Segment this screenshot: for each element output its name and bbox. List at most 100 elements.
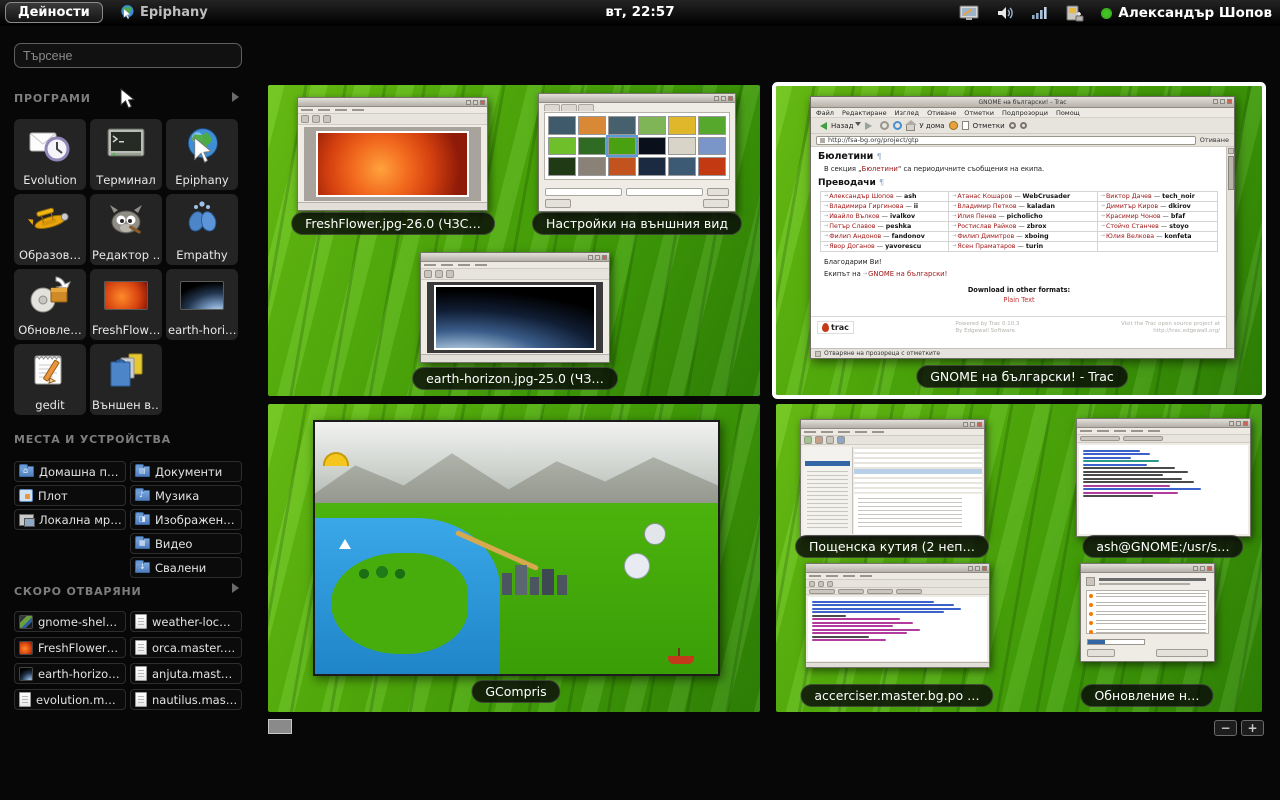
team-link[interactable]: GNOME на български! (868, 270, 947, 278)
recent-item[interactable]: nautilus.mas… (130, 689, 242, 710)
scrollbar[interactable] (1226, 147, 1234, 348)
workspace-indicator[interactable] (268, 719, 292, 734)
window-preview-update-manager[interactable] (1080, 563, 1215, 662)
app-education[interactable]: Образов… (14, 194, 86, 265)
install-button[interactable] (1156, 649, 1208, 657)
display-icon[interactable] (959, 5, 979, 22)
app-freshflower-image[interactable]: FreshFlow… (90, 269, 162, 340)
workspace-2[interactable]: GNOME на български! - Trac Файл Редактир… (776, 86, 1262, 395)
menu-item[interactable]: Помощ (1056, 109, 1080, 117)
activities-button[interactable]: Дейности (5, 2, 103, 23)
user-menu[interactable]: Александър Шопов (1101, 5, 1272, 21)
translator-name[interactable]: Явор Доганов (829, 243, 875, 250)
menu-item[interactable]: Подпрозорци (1002, 109, 1048, 117)
place-music[interactable]: Музика (130, 485, 242, 506)
window-preview-browser[interactable]: GNOME на български! - Trac Файл Редактир… (810, 96, 1235, 359)
window-preview-terminal[interactable] (1076, 418, 1251, 537)
translator-name[interactable]: Юлия Велкова (1106, 233, 1154, 240)
translator-name[interactable]: Ростислав Райков (957, 223, 1016, 230)
back-icon[interactable] (816, 122, 827, 130)
window-preview-gcompris[interactable] (313, 420, 720, 676)
translator-name[interactable]: Атанас Кошаров (957, 193, 1012, 200)
zoom-in-icon[interactable] (1020, 122, 1027, 129)
translator-name[interactable]: Филип Димитров (957, 233, 1014, 240)
app-image-editor[interactable]: Редактор … (90, 194, 162, 265)
bulletins-link[interactable]: Бюлетини (862, 165, 898, 173)
close-button[interactable] (1087, 649, 1115, 657)
place-documents[interactable]: Документи (130, 461, 242, 482)
app-appearance[interactable]: Външен в… (90, 344, 162, 415)
translator-name[interactable]: Владимира Гиргинова (829, 203, 903, 210)
recent-item[interactable]: weather-loc… (130, 611, 242, 632)
place-local-network[interactable]: Локална мр… (14, 509, 126, 530)
app-terminal[interactable]: Терминал (90, 119, 162, 190)
window-preview-gedit[interactable] (805, 563, 990, 668)
menu-item[interactable]: Файл (816, 109, 834, 117)
app-empathy[interactable]: Empathy (166, 194, 238, 265)
place-home[interactable]: Домашна п… (14, 461, 126, 482)
translator-name[interactable]: Филип Андонов (829, 233, 881, 240)
programs-expand-arrow-icon[interactable] (232, 92, 244, 102)
power-icon[interactable] (1064, 5, 1084, 22)
workspace-3[interactable]: GCompris (268, 404, 760, 712)
home-icon[interactable] (906, 124, 915, 131)
visit-url[interactable]: http://trac.edgewall.org/ (1153, 328, 1220, 334)
url-field[interactable]: http://fsa-bg.org/project/gtp (816, 136, 1196, 145)
recent-item[interactable]: orca.master.… (130, 637, 242, 658)
place-desktop[interactable]: Плот (14, 485, 126, 506)
translator-name[interactable]: Ясен Праматаров (957, 243, 1015, 250)
translator-name[interactable]: Стойчо Станчев (1106, 223, 1159, 230)
back-dropdown-icon[interactable] (855, 122, 861, 129)
app-epiphany[interactable]: Epiphany (166, 119, 238, 190)
clock[interactable]: вт, 22:57 (605, 4, 674, 20)
app-gedit[interactable]: gedit (14, 344, 86, 415)
app-earth-image[interactable]: earth-hori… (166, 269, 238, 340)
add-workspace-button[interactable]: + (1241, 720, 1264, 736)
scroll-up-icon[interactable] (1228, 148, 1234, 154)
app-evolution[interactable]: Evolution (14, 119, 86, 190)
translator-name[interactable]: Петър Славов (829, 223, 875, 230)
recent-item[interactable]: evolution.m… (14, 689, 126, 710)
bookmarks-icon[interactable] (962, 121, 969, 130)
scroll-thumb[interactable] (1228, 156, 1234, 190)
go-button[interactable]: Отиване (1200, 136, 1229, 144)
translator-name[interactable]: Димитър Киров (1106, 203, 1158, 210)
window-preview-earth-horizon[interactable] (420, 252, 610, 363)
place-videos[interactable]: Видео (130, 533, 242, 554)
forward-icon[interactable] (865, 122, 876, 130)
workspace-1[interactable]: FreshFlower.jpg-26.0 (ЧЗС… Настройки на … (268, 85, 760, 396)
zoom-out-icon[interactable] (1009, 122, 1016, 129)
home-label[interactable]: У дома (919, 122, 944, 130)
recent-item[interactable]: gnome-shel… (14, 611, 126, 632)
window-preview-freshflower[interactable] (297, 97, 488, 211)
recent-item[interactable]: anjuta.mast… (130, 663, 242, 684)
history-icon[interactable] (949, 121, 958, 130)
stop-icon[interactable] (880, 121, 889, 130)
remove-workspace-button[interactable]: − (1214, 720, 1237, 736)
recent-item[interactable]: FreshFlower… (14, 637, 126, 658)
translator-name[interactable]: Владимир Петков (957, 203, 1016, 210)
app-software-update[interactable]: Обновле… (14, 269, 86, 340)
workspace-4[interactable]: Пощенска кутия (2 неп… ash@GNOME:/usr/s… (776, 404, 1262, 712)
window-preview-evolution[interactable] (800, 419, 985, 537)
search-input[interactable] (14, 43, 242, 68)
menu-item[interactable]: Редактиране (842, 109, 887, 117)
translator-name[interactable]: Виктор Дачев (1106, 193, 1152, 200)
network-signal-icon[interactable] (1031, 6, 1047, 20)
recent-expand-arrow-icon[interactable] (232, 583, 244, 593)
menu-item[interactable]: Отиване (927, 109, 956, 117)
volume-icon[interactable] (996, 5, 1014, 21)
menu-item[interactable]: Отметки (964, 109, 994, 117)
plain-text-link[interactable]: Plain Text (818, 296, 1220, 304)
translator-name[interactable]: Александър Шопов (829, 193, 894, 200)
window-preview-appearance[interactable] (538, 93, 736, 212)
place-pictures[interactable]: Изображен… (130, 509, 242, 530)
translator-name[interactable]: Красимир Чонов (1106, 213, 1161, 220)
menu-item[interactable]: Изглед (895, 109, 919, 117)
reload-icon[interactable] (893, 121, 902, 130)
translator-name[interactable]: Илия Пенев (957, 213, 996, 220)
app-menu[interactable]: Epiphany (118, 3, 208, 21)
bookmarks-label[interactable]: Отметки (973, 122, 1005, 130)
translator-name[interactable]: Ивайло Вълков (829, 213, 879, 220)
back-label[interactable]: Назад (831, 122, 853, 130)
